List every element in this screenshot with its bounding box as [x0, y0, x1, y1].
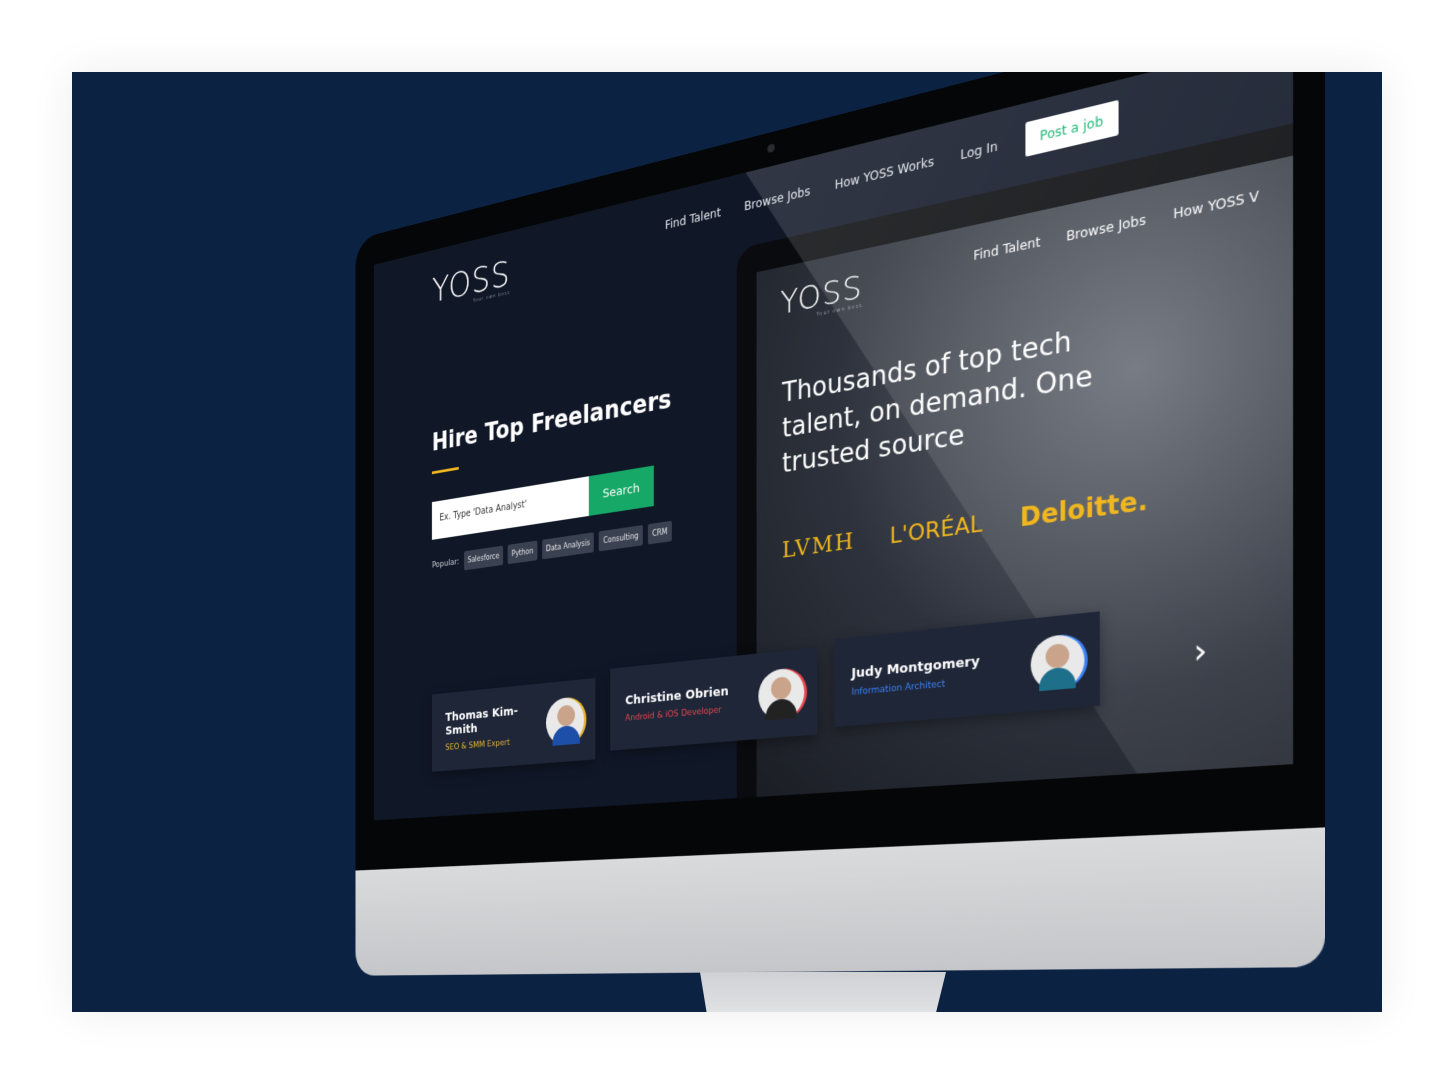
freelancer-name: Thomas Kim-Smith	[445, 704, 518, 739]
mockup-background: YOSS Your own boss YOSS Your own boss Fi…	[72, 72, 1382, 1012]
deloitte-logo: Deloitte.	[1019, 485, 1148, 533]
post-job-button[interactable]: Post a job	[1025, 99, 1119, 157]
loreal-logo: L'ORÉAL	[889, 511, 983, 550]
lvmh-logo: LVMH	[782, 528, 855, 564]
freelancer-card[interactable]: Christine Obrien Android & iOS Developer	[610, 647, 818, 751]
title-underline	[431, 466, 459, 475]
nav-log-in[interactable]: Log In	[960, 139, 997, 163]
preview-nav-browse-jobs[interactable]: Browse Jobs	[1066, 212, 1146, 244]
camera-icon	[767, 143, 775, 154]
avatar	[545, 696, 584, 747]
tag-python[interactable]: Python	[507, 540, 538, 565]
monitor-bezel: YOSS Your own boss YOSS Your own boss Fi…	[355, 72, 1326, 871]
avatar	[1030, 632, 1085, 692]
brand-logos: LVMH L'ORÉAL Deloitte.	[782, 485, 1148, 564]
freelancer-role: Android & iOS Developer	[625, 705, 722, 724]
freelancer-name: Christine Obrien	[625, 683, 729, 708]
preview-nav-find-talent[interactable]: Find Talent	[973, 234, 1040, 263]
nav-how-yoss-works[interactable]: How YOSS Works	[835, 154, 934, 192]
yoss-logo[interactable]: YOSS Your own boss	[432, 252, 510, 313]
preview-nav: Find Talent Browse Jobs How YOSS V	[973, 188, 1259, 263]
tag-salesforce[interactable]: Salesforce	[463, 545, 504, 571]
page-title: Hire Top Freelancers	[431, 384, 672, 458]
popular-label: Popular:	[431, 557, 460, 570]
preview-nav-how-it-works[interactable]: How YOSS V	[1173, 188, 1259, 222]
freelancer-role: SEO & SMM Expert	[445, 738, 510, 753]
nav-find-talent[interactable]: Find Talent	[665, 205, 721, 232]
preview-logo: YOSS Your own boss	[780, 267, 862, 326]
chevron-right-icon[interactable]: ›	[1177, 621, 1223, 682]
website-screen: YOSS Your own boss YOSS Your own boss Fi…	[374, 72, 1294, 821]
freelancer-card[interactable]: Thomas Kim-Smith SEO & SMM Expert	[431, 677, 596, 772]
tag-crm[interactable]: CRM	[647, 520, 672, 545]
search-button[interactable]: Search	[588, 465, 654, 516]
imac-monitor: YOSS Your own boss YOSS Your own boss Fi…	[355, 72, 1326, 1002]
preview-tagline: Thousands of top tech talent, on demand.…	[782, 325, 1093, 480]
tag-consulting[interactable]: Consulting	[599, 525, 643, 552]
nav-browse-jobs[interactable]: Browse Jobs	[744, 184, 810, 214]
search-input[interactable]: Ex. Type 'Data Analyst'	[431, 476, 589, 540]
tag-data-analysis[interactable]: Data Analysis	[542, 532, 595, 560]
avatar	[758, 666, 805, 722]
